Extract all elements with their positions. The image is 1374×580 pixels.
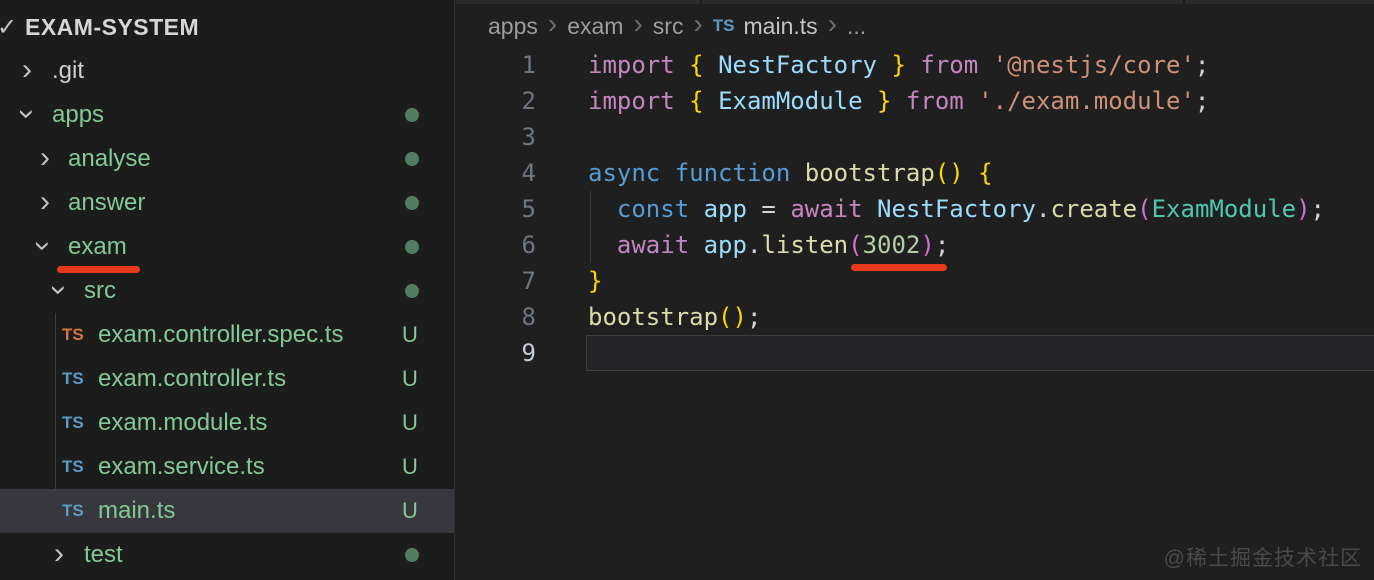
folder-label: .git: [52, 57, 85, 84]
typescript-file-icon: TS: [62, 501, 84, 520]
chevron-right-icon: [693, 8, 702, 40]
sidebar-item-git[interactable]: .git: [0, 49, 454, 93]
code-text: async function bootstrap() {: [588, 159, 993, 187]
breadcrumb-item-src[interactable]: src: [653, 13, 684, 40]
git-untracked-badge: U: [402, 410, 418, 435]
sidebar-item-analyse[interactable]: analyse: [0, 137, 454, 181]
breadcrumb-item-apps[interactable]: apps: [488, 13, 538, 40]
chevron-right-icon: [48, 533, 70, 575]
code-line-4[interactable]: 4 async function bootstrap() {: [456, 155, 1374, 191]
sidebar-item-exam-service[interactable]: TS exam.service.ts U: [0, 445, 454, 489]
breadcrumb-item-main-ts[interactable]: main.ts: [744, 13, 818, 40]
git-untracked-badge: U: [402, 454, 418, 479]
git-modified-dot-badge: [405, 196, 419, 210]
explorer-root-header[interactable]: EXAM-SYSTEM: [0, 5, 454, 49]
git-modified-dot-badge: [405, 548, 419, 562]
chevron-right-icon: [633, 8, 642, 40]
git-untracked-badge: U: [402, 498, 418, 523]
typescript-file-icon: TS: [712, 16, 735, 35]
sidebar-item-test[interactable]: test: [0, 533, 454, 577]
sidebar-item-exam-module[interactable]: TS exam.module.ts U: [0, 401, 454, 445]
git-modified-dot-badge: [405, 108, 419, 122]
code-line-1[interactable]: 1 import { NestFactory } from '@nestjs/co…: [456, 47, 1374, 83]
tab-divider: [700, 0, 702, 4]
chevron-right-icon: [34, 137, 56, 179]
code-text: }: [588, 267, 603, 295]
code-line-5[interactable]: 5 const app = await NestFactory.create(E…: [456, 191, 1374, 227]
file-label: main.ts: [98, 497, 176, 524]
line-number: 2: [521, 87, 536, 115]
folder-label: src: [84, 277, 116, 304]
watermark: @稀土掘金技术社区: [1163, 547, 1362, 570]
sidebar-item-apps[interactable]: apps: [0, 93, 454, 137]
sidebar-item-src[interactable]: src: [0, 269, 454, 313]
file-label: exam.controller.spec.ts: [98, 321, 344, 348]
line-number: 6: [521, 231, 536, 259]
folder-label: exam: [68, 233, 127, 260]
folder-label: test: [84, 541, 123, 568]
file-label: exam.controller.ts: [98, 365, 287, 392]
git-untracked-badge: U: [402, 322, 418, 347]
chevron-right-icon: [548, 8, 557, 40]
breadcrumb-item-exam[interactable]: exam: [567, 13, 623, 40]
breadcrumb-ellipsis[interactable]: ...: [847, 13, 866, 40]
code-text: const app = await NestFactory.create(Exa…: [616, 195, 1325, 223]
file-label: exam.service.ts: [98, 453, 265, 480]
chevron-down-icon: [16, 93, 38, 135]
folder-label: apps: [52, 101, 105, 128]
code-line-8[interactable]: 8 bootstrap();: [456, 299, 1374, 335]
line-number: 5: [521, 195, 536, 223]
code-line-9[interactable]: 9: [456, 335, 1374, 371]
breadcrumb: apps exam src TS main.ts ...: [488, 6, 866, 46]
typescript-file-icon: TS: [62, 369, 84, 388]
annotation-red-underline-3002: [851, 264, 947, 271]
line-number: 8: [521, 303, 536, 331]
tab-bar-bottom-strip: [456, 0, 1374, 4]
root-folder-label: EXAM-SYSTEM: [25, 14, 200, 40]
typescript-file-icon: TS: [62, 457, 84, 476]
chevron-down-icon: [32, 225, 54, 267]
chevron-down-icon: [48, 269, 70, 311]
sidebar-item-exam-controller[interactable]: TS exam.controller.ts U: [0, 357, 454, 401]
sidebar-item-answer[interactable]: answer: [0, 181, 454, 225]
code-line-6[interactable]: 6 await app.listen(3002);: [456, 227, 1374, 263]
chevron-right-icon: [828, 8, 837, 40]
line-number: 3: [521, 123, 536, 151]
git-untracked-badge: U: [402, 366, 418, 391]
chevron-right-icon: [16, 49, 38, 91]
chevron-right-icon: [34, 181, 56, 223]
line-number: 7: [521, 267, 536, 295]
explorer-sidebar: EXAM-SYSTEM .git apps analyse answer exa…: [0, 0, 455, 580]
vscode-window: EXAM-SYSTEM .git apps analyse answer exa…: [0, 0, 1374, 580]
git-modified-dot-badge: [405, 240, 419, 254]
chevron-down-icon: [0, 5, 18, 49]
sidebar-item-exam-controller-spec[interactable]: TS exam.controller.spec.ts U: [0, 313, 454, 357]
code-text: import { NestFactory } from '@nestjs/cor…: [588, 51, 1210, 79]
typescript-file-icon: TS: [62, 413, 84, 432]
code-line-2[interactable]: 2 import { ExamModule } from './exam.modu…: [456, 83, 1374, 119]
line-number: 9: [521, 339, 536, 367]
code-text: import { ExamModule } from './exam.modul…: [588, 87, 1210, 115]
folder-label: analyse: [68, 145, 151, 172]
line-number: 1: [521, 51, 536, 79]
code-line-3[interactable]: 3: [456, 119, 1374, 155]
folder-label: answer: [68, 189, 146, 216]
line-number: 4: [521, 159, 536, 187]
file-label: exam.module.ts: [98, 409, 268, 436]
sidebar-item-main-selected[interactable]: TS main.ts U: [0, 489, 454, 533]
code-text: await app.listen(3002);: [616, 231, 950, 259]
editor-pane: apps exam src TS main.ts ... 1 import { N…: [456, 0, 1374, 580]
typescript-test-file-icon: TS: [62, 325, 84, 344]
code-text: bootstrap();: [588, 303, 762, 331]
git-modified-dot-badge: [405, 284, 419, 298]
git-modified-dot-badge: [405, 152, 419, 166]
code-lines[interactable]: 1 import { NestFactory } from '@nestjs/co…: [456, 47, 1374, 371]
sidebar-item-exam[interactable]: exam: [0, 225, 454, 269]
tab-divider: [1183, 0, 1185, 4]
